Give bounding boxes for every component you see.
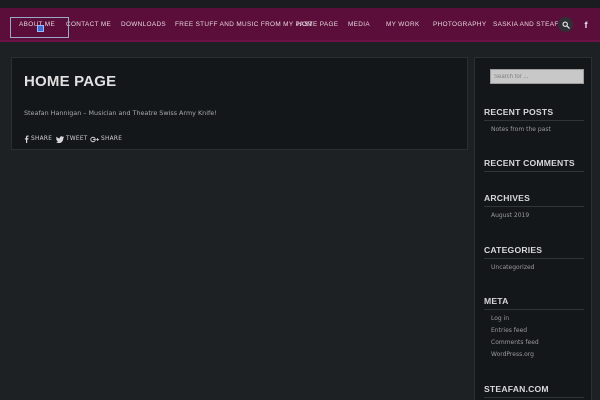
recent-post-link[interactable]: Notes from the past <box>491 126 551 133</box>
widget-title-recent-comments: RECENT COMMENTS <box>484 158 575 168</box>
meta-link-entries-feed[interactable]: Entries feed <box>491 327 527 334</box>
nav-item-free-stuff[interactable]: Free Stuff and Music from My Past <box>175 8 313 42</box>
sidebar-search-input[interactable] <box>490 69 584 84</box>
main-navigation: About Me Contact Me Downloads Free Stuff… <box>0 8 600 42</box>
widget-divider <box>484 397 584 398</box>
nav-item-saskia-and-steafan[interactable]: Saskia and Steafan <box>493 8 568 42</box>
badge-square-icon <box>37 25 44 32</box>
archive-link-august-2019[interactable]: August 2019 <box>491 212 529 219</box>
share-facebook-button[interactable]: SHARE <box>24 134 52 144</box>
widget-divider <box>484 309 584 310</box>
widget-title-archives: ARCHIVES <box>484 193 531 203</box>
share-twitter-label: TWEET <box>66 136 88 142</box>
nav-item-my-work[interactable]: My Work <box>386 8 420 42</box>
top-strip <box>0 0 600 8</box>
widget-title-meta: META <box>484 296 509 306</box>
page-title: HOME PAGE <box>24 73 117 90</box>
share-facebook-label: SHARE <box>31 136 53 142</box>
facebook-icon <box>24 135 29 143</box>
share-googleplus-button[interactable]: SHARE <box>90 134 122 144</box>
category-link-uncategorized[interactable]: Uncategorized <box>491 264 534 271</box>
nav-item-downloads[interactable]: Downloads <box>121 8 166 42</box>
facebook-icon[interactable]: f <box>580 16 592 34</box>
search-icon <box>561 20 570 29</box>
meta-link-comments-feed[interactable]: Comments feed <box>491 339 539 346</box>
widget-title-categories: CATEGORIES <box>484 245 543 255</box>
widget-divider <box>484 206 584 207</box>
googleplus-icon <box>90 136 99 143</box>
widget-divider <box>484 120 584 121</box>
nav-item-media[interactable]: Media <box>348 8 370 42</box>
meta-link-wordpress-org[interactable]: WordPress.org <box>491 351 534 358</box>
sidebar: RECENT POSTS Notes from the past RECENT … <box>474 57 592 400</box>
meta-link-log-in[interactable]: Log in <box>491 315 509 322</box>
nav-item-home-page[interactable]: Home Page <box>297 8 338 42</box>
twitter-icon <box>56 135 64 143</box>
page-description: Steafan Hannigan – Musician and Theatre … <box>24 109 217 117</box>
widget-divider <box>484 258 584 259</box>
nav-item-contact-me[interactable]: Contact Me <box>66 8 111 42</box>
share-twitter-button[interactable]: TWEET <box>56 134 88 144</box>
widget-divider <box>484 171 584 172</box>
widget-title-recent-posts: RECENT POSTS <box>484 107 554 117</box>
search-button[interactable] <box>558 17 573 32</box>
share-googleplus-label: SHARE <box>101 136 123 142</box>
nav-item-photography[interactable]: Photography <box>433 8 486 42</box>
widget-title-steafan-com: STEAFAN.COM <box>484 384 549 394</box>
page-content-card: HOME PAGE Steafan Hannigan – Musician an… <box>11 57 468 150</box>
